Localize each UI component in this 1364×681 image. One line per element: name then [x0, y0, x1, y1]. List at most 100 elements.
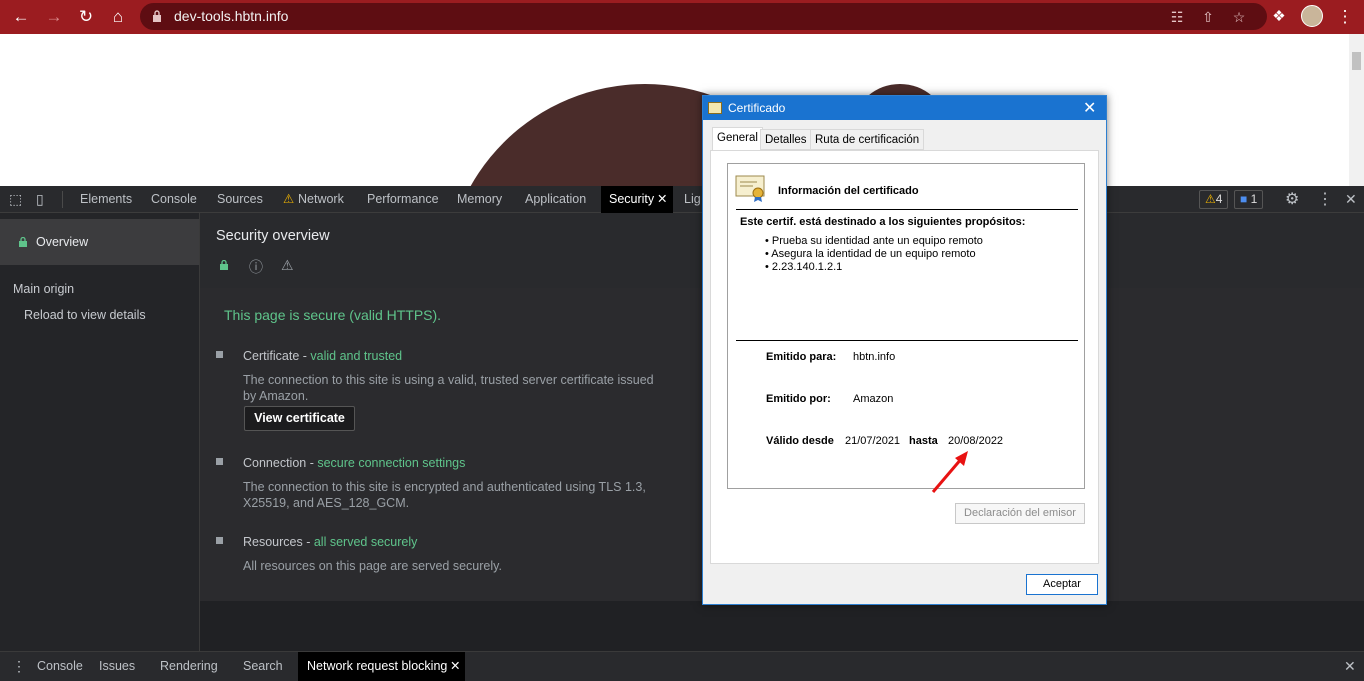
general-tab-panel: Información del certificado Este certif.… — [710, 150, 1099, 564]
certificate-label: Certificate - — [243, 349, 311, 363]
purpose-item: • Asegura la identidad de un equipo remo… — [765, 248, 976, 260]
tab-sources[interactable]: Sources — [217, 186, 263, 213]
resources-line: Resources - all served securely — [243, 535, 417, 549]
connection-label: Connection - — [243, 456, 318, 470]
star-icon[interactable]: ☆ — [1230, 8, 1248, 26]
warning-icon: ⚠ — [283, 192, 295, 206]
warnings-count: 4 — [1215, 192, 1223, 206]
certificate-icon — [735, 175, 765, 202]
avatar[interactable] — [1301, 5, 1323, 27]
bullet-icon — [216, 458, 223, 465]
back-icon[interactable]: ← — [10, 6, 32, 28]
issued-to-value: hbtn.info — [853, 351, 896, 363]
address-bar[interactable]: dev-tools.hbtn.info ☷ ⇧ ☆ — [140, 3, 1267, 30]
lock-icon — [19, 237, 27, 247]
extensions-icon[interactable]: ❖ — [1268, 6, 1290, 28]
lock-icon — [153, 10, 161, 22]
issuer-statement-button[interactable]: Declaración del emisor — [955, 503, 1085, 524]
url-text: dev-tools.hbtn.info — [174, 8, 289, 24]
tab-performance[interactable]: Performance — [367, 186, 439, 213]
resources-status: all served securely — [313, 535, 418, 549]
drawer-tab-issues[interactable]: Issues — [99, 652, 135, 681]
tab-elements[interactable]: Elements — [80, 186, 132, 213]
tab-memory[interactable]: Memory — [457, 186, 502, 213]
info-icon: ⓘ — [249, 259, 263, 275]
home-icon[interactable]: ⌂ — [107, 6, 129, 28]
security-sidebar: Overview Main origin Reload to view deta… — [0, 213, 200, 651]
warnings-badge[interactable]: ⚠4 — [1199, 190, 1229, 209]
red-arrow-annotation — [931, 451, 968, 493]
drawer-more-icon[interactable]: ⋮ — [12, 652, 26, 681]
accept-button[interactable]: Aceptar — [1026, 574, 1098, 595]
close-devtools-icon[interactable]: ✕ — [1345, 186, 1357, 213]
drawer-tab-rendering[interactable]: Rendering — [160, 652, 218, 681]
tab-security-label: Security — [609, 192, 655, 206]
tab-detalles[interactable]: Detalles — [760, 129, 812, 150]
bullet-icon — [216, 351, 223, 358]
menu-icon[interactable]: ⋮ — [1334, 6, 1356, 28]
close-icon[interactable]: ✕ — [450, 652, 460, 681]
close-icon[interactable]: ✕ — [657, 186, 667, 213]
devtools-drawer: ⋮ Console Issues Rendering Search Networ… — [0, 651, 1364, 681]
view-certificate-button[interactable]: View certificate — [244, 406, 355, 431]
divider — [62, 191, 63, 208]
certificate-icon — [708, 102, 722, 114]
issues-badge[interactable]: ■ 1 — [1234, 190, 1264, 209]
certificate-dialog: Certificado ✕ General Detalles Ruta de c… — [702, 95, 1107, 605]
dialog-title: Certificado — [728, 101, 786, 115]
warning-icon: ⚠ — [1205, 192, 1216, 206]
divider — [736, 209, 1078, 210]
purpose-item: • 2.23.140.1.2.1 — [765, 261, 843, 273]
purpose-heading: Este certif. está destinado a los siguie… — [740, 216, 1026, 228]
certificate-line: Certificate - valid and trusted — [243, 349, 402, 363]
sidebar-item-overview[interactable]: Overview — [0, 219, 199, 265]
inspect-icon[interactable]: ⬚ — [9, 186, 22, 213]
device-toggle-icon[interactable]: ▯ — [36, 186, 44, 213]
browser-toolbar: ← → ↻ ⌂ dev-tools.hbtn.info ☷ ⇧ ☆ ❖ ⋮ — [0, 0, 1364, 34]
certificate-info-box: Información del certificado Este certif.… — [727, 163, 1085, 493]
tab-general[interactable]: General — [712, 127, 763, 151]
tab-application[interactable]: Application — [525, 186, 586, 213]
forward-icon[interactable]: → — [43, 6, 65, 28]
resources-desc: All resources on this page are served se… — [243, 559, 502, 573]
scrollbar-thumb[interactable] — [1352, 52, 1361, 70]
main-origin-heading: Main origin — [13, 282, 75, 296]
drawer-tab-console[interactable]: Console — [37, 652, 83, 681]
tab-lighthouse[interactable]: Lig — [684, 186, 701, 213]
reload-icon[interactable]: ↻ — [75, 6, 97, 28]
page-title: Security overview — [216, 228, 330, 244]
connection-line: Connection - secure connection settings — [243, 456, 465, 470]
connection-desc: The connection to this site is encrypted… — [243, 480, 646, 494]
translate-icon[interactable]: ☷ — [1168, 8, 1186, 26]
resources-label: Resources - — [243, 535, 314, 549]
more-icon[interactable]: ⋮ — [1317, 186, 1333, 213]
connection-desc-2: X25519, and AES_128_GCM. — [243, 496, 410, 510]
issues-count: 1 — [1250, 192, 1258, 206]
drawer-tab-label: Network request blocking — [307, 659, 448, 673]
issued-to-label: Emitido para: — [766, 351, 837, 363]
tab-network[interactable]: Network — [298, 186, 344, 213]
page-viewport — [0, 34, 1349, 186]
warning-icon: ⚠ — [281, 257, 294, 273]
bullet-icon — [216, 537, 223, 544]
divider — [736, 340, 1078, 341]
certificate-status: valid and trusted — [310, 349, 403, 363]
message-icon: ■ — [1240, 192, 1248, 206]
close-icon[interactable]: ✕ — [1083, 98, 1096, 118]
security-summary: This page is secure (valid HTTPS). — [224, 307, 442, 323]
valid-to-label: hasta — [909, 435, 938, 447]
valid-from-value: 21/07/2021 — [845, 435, 901, 447]
close-drawer-icon[interactable]: ✕ — [1344, 652, 1356, 681]
cert-info-title: Información del certificado — [778, 185, 919, 197]
share-icon[interactable]: ⇧ — [1199, 8, 1217, 26]
drawer-tab-search[interactable]: Search — [243, 652, 283, 681]
tab-security[interactable]: Security ✕ — [601, 186, 673, 213]
purpose-item: • Prueba su identidad ante un equipo rem… — [765, 235, 983, 247]
drawer-tab-network-request-blocking[interactable]: Network request blocking ✕ — [298, 652, 465, 681]
gear-icon[interactable]: ⚙ — [1285, 186, 1299, 213]
certificate-desc-2: by Amazon. — [243, 389, 309, 403]
tab-ruta-certificacion[interactable]: Ruta de certificación — [810, 129, 925, 150]
tab-console[interactable]: Console — [151, 186, 197, 213]
valid-to-value: 20/08/2022 — [948, 435, 1004, 447]
page-scrollbar[interactable] — [1349, 34, 1364, 186]
